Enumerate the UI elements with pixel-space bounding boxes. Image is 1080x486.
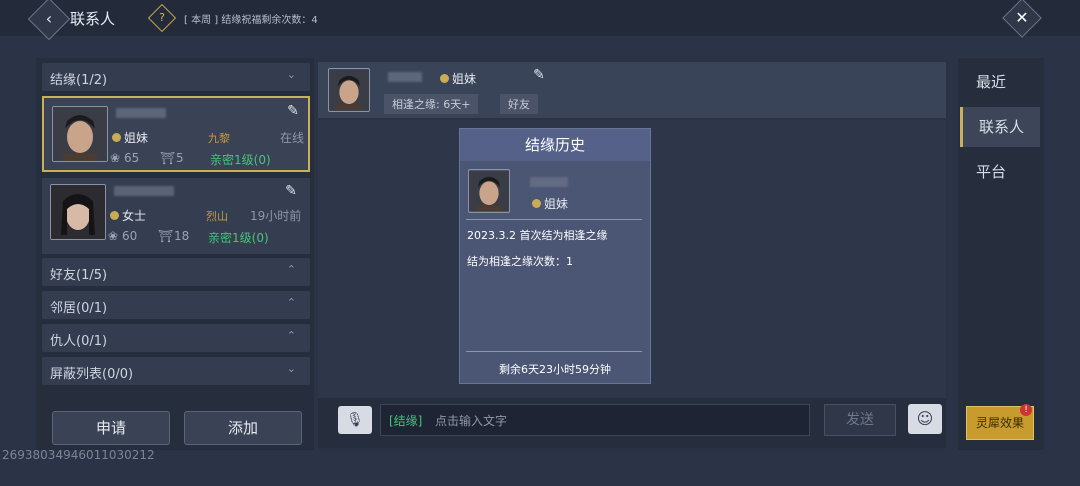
chevron-down-icon: ⌄ bbox=[286, 68, 296, 81]
input-placeholder: 点击输入文字 bbox=[435, 414, 508, 428]
category-bonds[interactable]: 结缘(1/2) ⌄ bbox=[42, 63, 310, 91]
history-event: 2023.3.2 首次结为相逢之缘 bbox=[467, 229, 608, 242]
relation-icon bbox=[110, 211, 119, 220]
tab-recent[interactable]: 最近 bbox=[960, 62, 1040, 102]
player-uid: 2693803494601103021​2 bbox=[2, 448, 155, 462]
back-arrow-icon: ‹ bbox=[45, 9, 53, 28]
relation-label: 姐妹 bbox=[452, 72, 477, 86]
contact-card[interactable]: ✎ 姐妹 九黎 在线 ❀ 65 ⛩ 5 亲密1级(0) bbox=[42, 96, 310, 172]
gear-score-value: 18 bbox=[174, 229, 190, 243]
category-friends[interactable]: 好友(1/5) ⌃ bbox=[42, 258, 310, 286]
contact-card[interactable]: ✎ 女士 烈山 19小时前 ❀ 60 ⛩ 18 亲密1级(0) bbox=[42, 178, 310, 254]
relation-icon bbox=[440, 74, 449, 83]
level-icon: ❀ bbox=[110, 151, 121, 165]
tab-platform[interactable]: 平台 bbox=[960, 152, 1040, 192]
chevron-up-icon: ⌃ bbox=[286, 296, 296, 309]
avatar bbox=[52, 106, 108, 162]
relation-label: 女士 bbox=[122, 209, 147, 223]
relation-icon bbox=[112, 133, 121, 142]
divider bbox=[466, 219, 642, 220]
tab-contacts[interactable]: 联系人 bbox=[960, 107, 1040, 147]
category-blocklist[interactable]: 屏蔽列表(0/0) ⌄ bbox=[42, 357, 310, 385]
intimacy-level: 亲密1级(0) bbox=[210, 153, 271, 167]
level-value: 65 bbox=[124, 151, 140, 165]
edit-icon[interactable]: ✎ bbox=[530, 66, 548, 84]
edit-icon[interactable]: ✎ bbox=[282, 182, 300, 200]
blurred-name bbox=[116, 108, 166, 118]
gear-score-icon: ⛩ bbox=[158, 229, 174, 243]
page-title: 联系人 bbox=[70, 10, 116, 28]
remaining-time: 剩余6天23小时59分钟 bbox=[499, 363, 611, 376]
online-status: 在线 bbox=[280, 131, 305, 145]
close-icon: ✕ bbox=[1015, 8, 1029, 27]
send-button[interactable]: 发送 bbox=[824, 404, 896, 436]
edit-icon[interactable]: ✎ bbox=[284, 102, 302, 120]
blurred-name bbox=[114, 186, 174, 196]
bond-count: 结为相逢之缘次数：1 bbox=[467, 255, 573, 268]
avatar bbox=[468, 169, 510, 213]
relation-icon bbox=[532, 199, 541, 208]
online-status: 19小时前 bbox=[250, 209, 302, 223]
category-enemies[interactable]: 仇人(0/1) ⌃ bbox=[42, 324, 310, 352]
server-label: 烈山 bbox=[206, 210, 228, 223]
divider bbox=[466, 351, 642, 352]
conversation-header: 姐妹 ✎ 相逢之缘: 6天+ 好友 bbox=[318, 62, 946, 118]
blurred-name bbox=[388, 72, 422, 82]
emoji-icon[interactable]: ☺ bbox=[908, 404, 942, 434]
level-value: 60 bbox=[122, 229, 138, 243]
chat-input[interactable]: [结缘] 点击输入文字 bbox=[380, 404, 810, 436]
friend-tag: 好友 bbox=[500, 94, 538, 114]
avatar bbox=[50, 184, 106, 240]
relation-label: 姐妹 bbox=[124, 131, 149, 145]
channel-label: [结缘] bbox=[389, 414, 423, 428]
category-neighbors[interactable]: 邻居(0/1) ⌃ bbox=[42, 291, 310, 319]
level-icon: ❀ bbox=[108, 229, 119, 243]
gear-score-value: 5 bbox=[176, 151, 184, 165]
popup-title: 结缘历史 bbox=[460, 129, 650, 161]
alert-badge: ! bbox=[1020, 404, 1032, 416]
weekly-notice: [ 本周 ] 结缘祝福剩余次数：4 bbox=[184, 15, 318, 26]
bond-duration-tag: 相逢之缘: 6天+ bbox=[384, 94, 479, 114]
avatar[interactable] bbox=[328, 68, 370, 112]
server-label: 九黎 bbox=[208, 132, 230, 145]
bond-history-popup: 结缘历史 姐妹 2023.3.2 首次结为相逢之缘 结为相逢之缘次数：1 剩余6… bbox=[459, 128, 651, 384]
apply-button[interactable]: 申请 bbox=[52, 411, 170, 445]
voice-icon[interactable]: 🎙 bbox=[338, 406, 372, 434]
gear-score-icon: ⛩ bbox=[160, 151, 176, 165]
chevron-up-icon: ⌃ bbox=[286, 329, 296, 342]
chevron-down-icon: ⌄ bbox=[286, 362, 296, 375]
intimacy-level: 亲密1级(0) bbox=[208, 231, 269, 245]
add-button[interactable]: 添加 bbox=[184, 411, 302, 445]
blurred-name bbox=[530, 177, 568, 187]
chevron-up-icon: ⌃ bbox=[286, 263, 296, 276]
relation-label: 姐妹 bbox=[544, 197, 569, 211]
